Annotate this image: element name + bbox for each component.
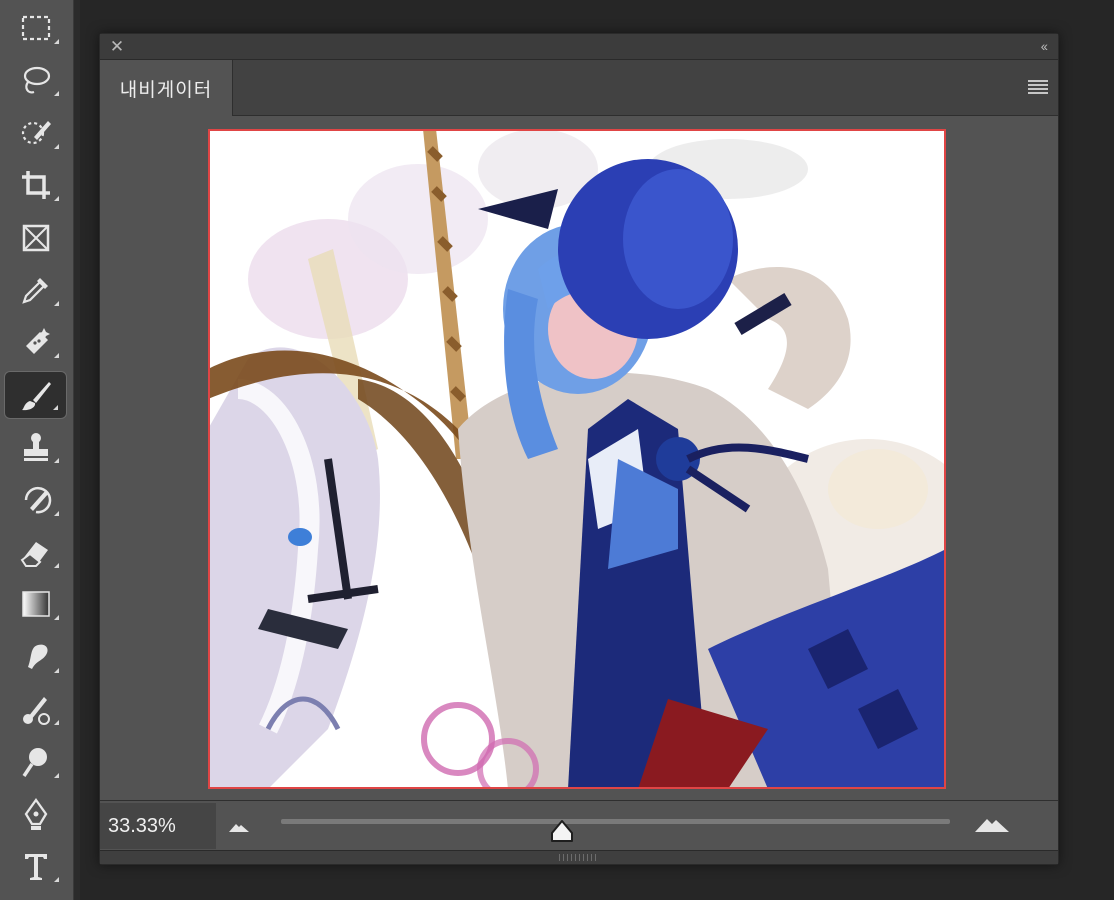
- history-brush-tool[interactable]: [4, 476, 67, 524]
- frame-icon: [22, 224, 49, 251]
- navigator-panel: ✕ ‹‹ 내비게이터 33.33%: [99, 33, 1059, 865]
- zoom-percentage-field[interactable]: 33.33%: [100, 803, 216, 849]
- flyout-indicator: [54, 510, 59, 516]
- grip-dots: [559, 854, 599, 861]
- double-chevron-left-icon[interactable]: ‹‹: [1041, 38, 1048, 54]
- zoom-in-mountain-icon[interactable]: [974, 815, 1010, 833]
- flyout-indicator: [54, 39, 59, 44]
- flyout-indicator: [54, 458, 59, 464]
- lasso-icon: [23, 67, 50, 94]
- pen-tool[interactable]: [4, 790, 67, 838]
- flyout-indicator: [54, 720, 59, 726]
- mixer-brush-tool[interactable]: [4, 685, 67, 733]
- gradient-icon: [21, 591, 50, 618]
- flyout-indicator: [53, 404, 58, 410]
- flyout-indicator: [54, 877, 59, 883]
- history-brush-icon: [24, 486, 51, 513]
- zoom-slider-thumb[interactable]: [549, 819, 575, 845]
- hamburger-icon[interactable]: [1028, 80, 1048, 94]
- zoom-out-mountain-icon[interactable]: [228, 821, 250, 833]
- marquee-icon: [21, 15, 50, 41]
- spot-healing-tool[interactable]: [4, 318, 67, 366]
- flyout-indicator: [54, 196, 59, 202]
- eraser-icon: [20, 542, 48, 567]
- lasso-tool[interactable]: [4, 56, 67, 104]
- frame-tool[interactable]: [4, 214, 67, 262]
- gradient-tool[interactable]: [4, 580, 67, 628]
- close-icon[interactable]: ✕: [109, 38, 125, 55]
- panel-tab-bar: 내비게이터: [100, 60, 1058, 116]
- eraser-tool[interactable]: [4, 528, 67, 576]
- quick-selection-tool[interactable]: [4, 109, 67, 157]
- tab-navigator[interactable]: 내비게이터: [100, 60, 233, 116]
- flyout-indicator: [54, 563, 59, 568]
- eyedropper-icon: [21, 278, 48, 304]
- flyout-indicator: [54, 143, 59, 149]
- zoom-controls: 33.33%: [100, 800, 1058, 850]
- flyout-indicator: [54, 615, 59, 621]
- brush-tool[interactable]: [4, 370, 67, 419]
- stamp-icon: [23, 433, 48, 462]
- flyout-indicator: [54, 91, 59, 97]
- mixer-brush-icon: [22, 697, 50, 726]
- panel-resize-grip[interactable]: [100, 850, 1058, 864]
- smudge-icon: [27, 644, 48, 669]
- tools-toolbar: [0, 0, 74, 900]
- brush-icon: [21, 381, 51, 410]
- bandage-icon: [25, 328, 50, 355]
- pen-icon: [24, 798, 47, 830]
- type-icon: [24, 854, 47, 881]
- dodge-tool[interactable]: [4, 738, 67, 786]
- flyout-indicator: [54, 667, 59, 673]
- eyedropper-tool[interactable]: [4, 266, 67, 314]
- zoom-slider-track[interactable]: [281, 819, 950, 824]
- flyout-indicator: [54, 301, 59, 306]
- flyout-indicator: [54, 353, 59, 359]
- crop-icon: [21, 171, 50, 200]
- type-tool[interactable]: [4, 842, 67, 890]
- panel-header[interactable]: ✕ ‹‹: [100, 34, 1058, 60]
- toolbar-divider: [74, 0, 80, 900]
- navigator-preview-area: [100, 117, 1058, 800]
- crop-tool[interactable]: [4, 161, 67, 209]
- flyout-indicator: [54, 772, 59, 778]
- smudge-tool[interactable]: [4, 633, 67, 681]
- clone-stamp-tool[interactable]: [4, 423, 67, 471]
- dodge-icon: [22, 747, 47, 777]
- quick-selection-icon: [21, 120, 51, 144]
- rectangular-marquee-tool[interactable]: [4, 4, 67, 52]
- document-thumbnail[interactable]: [208, 129, 946, 789]
- artwork-illustration: [208, 129, 946, 789]
